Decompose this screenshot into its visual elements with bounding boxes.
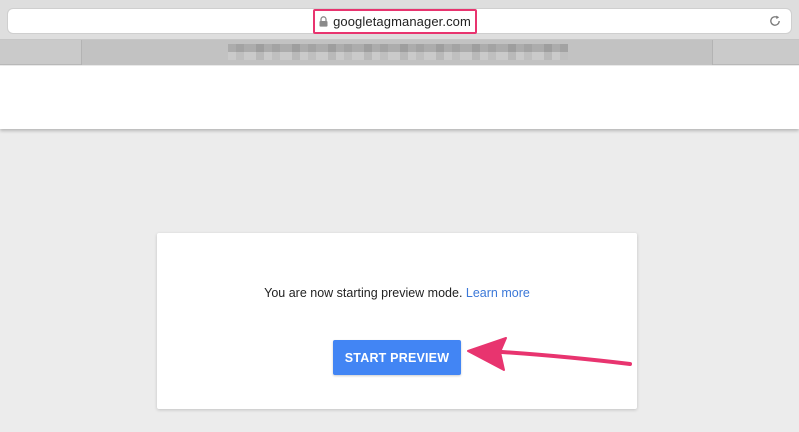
reload-icon[interactable]	[768, 14, 782, 28]
redacted-tab-title	[228, 44, 568, 60]
arrow-annotation	[467, 337, 632, 371]
preview-message: You are now starting preview mode. Learn…	[157, 286, 637, 300]
preview-dialog: You are now starting preview mode. Learn…	[157, 233, 637, 409]
url-highlight-box: googletagmanager.com	[313, 9, 477, 34]
site-header	[0, 66, 799, 129]
start-preview-button[interactable]: START PREVIEW	[333, 340, 461, 375]
tab-divider	[712, 40, 713, 65]
browser-window: googletagmanager.com You are now startin…	[0, 0, 799, 432]
preview-message-text: You are now starting preview mode.	[264, 286, 466, 300]
tab-divider	[81, 40, 82, 65]
learn-more-link[interactable]: Learn more	[466, 286, 530, 300]
lock-icon	[319, 16, 328, 27]
url-text[interactable]: googletagmanager.com	[333, 14, 471, 29]
